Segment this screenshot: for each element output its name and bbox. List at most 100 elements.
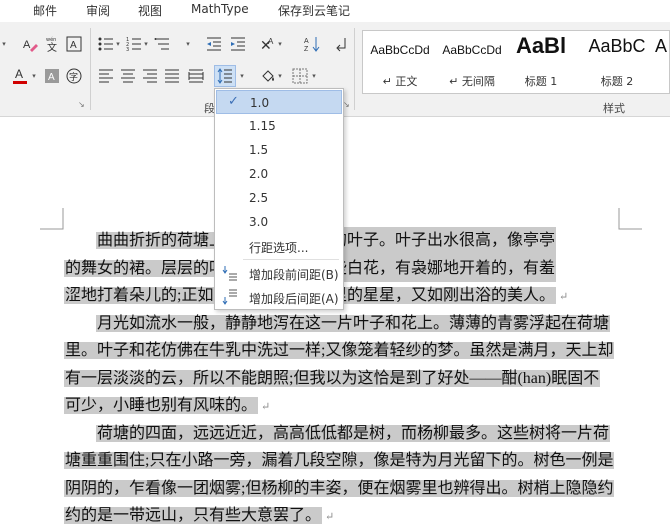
tab-save-to-cloud-notes[interactable]: 保存到云笔记 (278, 2, 350, 19)
style-heading-2[interactable]: AaBbC 标题 2 (581, 31, 653, 93)
clear-formatting-button[interactable]: A (20, 34, 40, 54)
font-color-dropdown-arrow[interactable]: ▾ (30, 66, 38, 86)
multilevel-list-icon (154, 38, 169, 50)
style-name: 标题 2 (600, 75, 634, 88)
line-spacing-options-item[interactable]: 行距选项... (216, 234, 342, 258)
font-group-launcher[interactable]: ↘ (78, 100, 85, 109)
bullets-icon (98, 37, 113, 51)
show-paragraph-marks-button[interactable] (332, 34, 352, 54)
line-text: 约的是一带远山，只有些大意罢了。 (64, 507, 323, 524)
style-name: ↵ 无间隔 (449, 75, 495, 88)
styles-group-label: 样式 (603, 102, 625, 115)
align-center-button[interactable] (118, 66, 138, 86)
tab-mathtype[interactable]: MathType (191, 2, 249, 16)
bullets-button[interactable] (96, 34, 116, 54)
document-line: 月光如流水一般，静静地泻在这一片叶子和花上。薄薄的青雾浮起在荷塘 (64, 310, 620, 338)
menu-item-label: 增加段前间距(B) (249, 268, 339, 282)
checkmark-icon: ✓ (228, 94, 239, 109)
style-sample: A (655, 36, 668, 56)
style-heading-1[interactable]: AaBl 标题 1 (511, 31, 571, 93)
line-text-left: 涩地打着朵儿的;正如一 (64, 287, 231, 304)
justify-icon (165, 69, 179, 83)
add-space-before-icon (222, 266, 237, 281)
paragraph-group-launcher[interactable]: ↘ (343, 100, 350, 109)
line-text: 荷塘的四面，远远近近，高高低低都是树，而杨柳最多。这些树将一片荷 (96, 424, 611, 442)
line-spacing-dropdown-arrow[interactable]: ▾ (238, 66, 246, 86)
line-text: 有一层淡淡的云，所以不能朗照;但我以为这恰是到了好处——酣(han)眠固不 (64, 369, 601, 387)
borders-button[interactable] (290, 66, 310, 86)
align-right-button[interactable] (140, 66, 160, 86)
align-left-button[interactable] (96, 66, 116, 86)
menu-item-label: 1.15 (249, 119, 276, 133)
font-color-button[interactable]: A (10, 66, 30, 86)
multilevel-list-dropdown-arrow[interactable]: ▾ (184, 34, 192, 54)
style-name: ↵ 正文 (382, 75, 418, 88)
svg-text:wén: wén (46, 36, 56, 43)
borders-dropdown-arrow[interactable]: ▾ (310, 66, 318, 86)
style-sample: AaBbCcDd (370, 43, 430, 57)
line-spacing-option-1-5[interactable]: 1.5 (216, 138, 342, 162)
bullets-dropdown-arrow[interactable]: ▾ (114, 34, 122, 54)
character-shading-button[interactable]: A (42, 66, 62, 86)
svg-text:A: A (268, 37, 274, 46)
enclose-characters-button[interactable]: 字 (64, 66, 84, 86)
enclose-characters-icon: 字 (66, 68, 82, 84)
phonetic-guide-button[interactable]: wén 文 (42, 34, 62, 54)
style-no-spacing[interactable]: AaBbCcDd ↵ 无间隔 (439, 31, 505, 93)
sort-button[interactable]: AZ (302, 34, 322, 54)
tab-review[interactable]: 审阅 (86, 2, 110, 19)
multilevel-list-button[interactable] (152, 34, 172, 54)
line-spacing-button[interactable] (214, 65, 236, 87)
line-spacing-option-2-0[interactable]: 2.0 (216, 162, 342, 186)
menu-divider (243, 259, 339, 260)
distributed-icon (188, 69, 204, 83)
add-space-before-paragraph-item[interactable]: 增加段前间距(B) (216, 261, 342, 285)
align-left-icon (99, 69, 113, 83)
increase-indent-icon (231, 37, 245, 51)
character-border-button[interactable]: A (64, 34, 84, 54)
asian-layout-dropdown-arrow[interactable]: ▾ (276, 34, 284, 54)
line-text-left: 的舞女的裙。层层的叶 (64, 259, 227, 277)
line-spacing-option-1-0[interactable]: ✓ 1.0 (216, 90, 342, 114)
add-space-after-paragraph-item[interactable]: 增加段后间距(A) (216, 285, 342, 309)
shading-dropdown-arrow[interactable]: ▾ (276, 66, 284, 86)
style-sample: AaBl (515, 33, 567, 58)
document-line: 有一层淡淡的云，所以不能朗照;但我以为这恰是到了好处——酣(han)眠固不 (64, 365, 620, 393)
menu-item-label: 1.0 (250, 96, 270, 110)
paragraph-mark-icon (336, 38, 346, 52)
shading-button[interactable] (258, 66, 278, 86)
svg-text:Z: Z (304, 46, 309, 52)
tab-view[interactable]: 视图 (138, 2, 162, 19)
menu-item-label: 增加段后间距(A) (249, 292, 339, 306)
svg-text:A: A (15, 67, 23, 81)
numbering-button[interactable]: 123 (124, 34, 144, 54)
increase-indent-button[interactable] (228, 34, 248, 54)
line-spacing-option-1-15[interactable]: 1.15 (216, 114, 342, 138)
svg-text:3: 3 (126, 47, 129, 52)
line-spacing-menu: ✓ 1.0 1.15 1.5 2.0 2.5 3.0 行距选项... 增加段前间… (214, 88, 344, 310)
style-normal[interactable]: AaBbCcDd ↵ 正文 (367, 31, 433, 93)
clear-formatting-icon: A (23, 39, 38, 52)
decrease-indent-button[interactable] (204, 34, 224, 54)
paragraph-mark: ↵ (261, 401, 271, 413)
document-line: 约的是一带远山，只有些大意罢了。 ↵ (64, 502, 620, 530)
style-more[interactable]: A (655, 31, 669, 93)
line-spacing-option-2-5[interactable]: 2.5 (216, 186, 342, 210)
line-text: 里。叶子和花仿佛在牛乳中洗过一样;又像笼着轻纱的梦。虽然是满月，天上却 (64, 342, 615, 359)
svg-text:A: A (70, 40, 77, 51)
tab-mailings[interactable]: 邮件 (33, 2, 57, 19)
line-text: 阴阴的，乍看像一团烟雾;但杨柳的丰姿，便在烟雾里也辨得出。树梢上隐隐约 (64, 479, 615, 497)
menu-item-label: 2.5 (249, 191, 269, 205)
line-spacing-option-3-0[interactable]: 3.0 (216, 210, 342, 234)
font-size-dropdown-arrow[interactable]: ▾ (0, 34, 8, 54)
paragraph-mark: ↵ (559, 291, 569, 303)
justify-button[interactable] (162, 66, 182, 86)
line-text-left: 曲曲折折的荷塘上 (96, 232, 227, 249)
document-line: 塘重重围住;只在小路一旁，漏着几段空隙，像是特为月光留下的。树色一例是 (64, 447, 620, 475)
asian-layout-button[interactable]: ✕ A (258, 34, 278, 54)
numbering-dropdown-arrow[interactable]: ▾ (142, 34, 150, 54)
style-sample: AaBbC (588, 36, 646, 56)
menu-item-label: 1.5 (249, 143, 269, 157)
distributed-button[interactable] (186, 66, 206, 86)
styles-gallery: AaBbCcDd ↵ 正文 AaBbCcDd ↵ 无间隔 AaBl 标题 1 A… (362, 30, 670, 94)
